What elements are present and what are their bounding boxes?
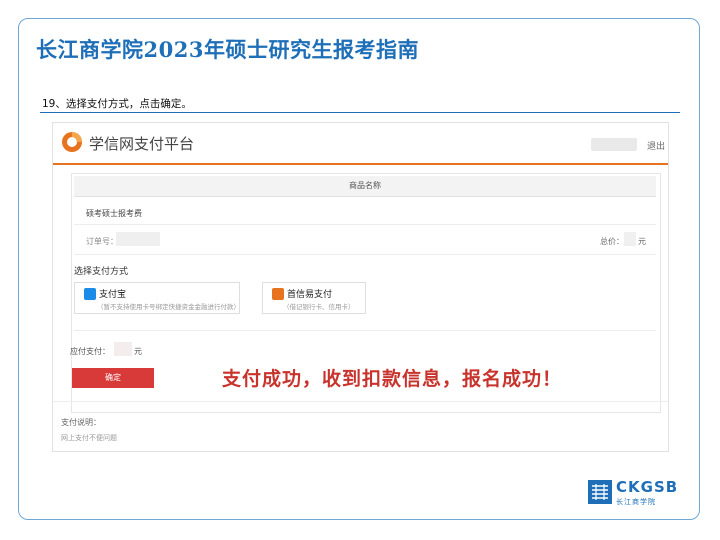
total-redacted (624, 232, 636, 246)
ckgsb-emblem-icon (588, 480, 612, 504)
option-sub: （借记银行卡、信用卡） (283, 303, 355, 311)
username-redacted (591, 138, 637, 151)
table-header: 商品名称 (74, 176, 656, 197)
step-instruction: 19、选择支付方式，点击确定。 (42, 98, 192, 110)
row-divider (74, 254, 656, 255)
brand-subtitle: 长江商学院 (616, 498, 656, 506)
order-number-redacted (116, 232, 160, 246)
order-number-label: 订单号： (86, 237, 118, 246)
total-label: 总价： (600, 237, 624, 246)
slide-title: 长江商学院2023年硕士研究生报考指南 (36, 37, 419, 62)
pay-amount-label: 应付支付： (70, 347, 110, 356)
option-name: 首信易支付 (287, 290, 333, 300)
logout-link[interactable]: 退出 (647, 139, 665, 152)
payment-note-text: 网上支付不便问题 (61, 434, 117, 442)
row-divider (74, 330, 656, 331)
option-name: 支付宝 (99, 290, 127, 300)
alipay-icon (84, 288, 96, 300)
ckgsb-logo: CKGSB 长江商学院 (588, 478, 680, 508)
item-name: 硕考硕士报考费 (86, 209, 142, 218)
payment-screenshot: 学信网支付平台 退出 商品名称 硕考硕士报考费 订单号： 总价： 元 选择支付方… (52, 122, 669, 452)
shouxin-icon (272, 288, 284, 300)
row-divider (74, 224, 656, 225)
alipay-option[interactable]: 支付宝 （暂不支持使用卡号绑定快捷资金金融进行付款） (74, 282, 240, 314)
pay-amount-unit: 元 (134, 347, 142, 356)
step-divider (40, 112, 680, 113)
success-callout: 支付成功，收到扣款信息，报名成功！ (222, 368, 563, 390)
pay-method-heading: 选择支付方式 (74, 267, 129, 277)
total-unit: 元 (638, 237, 646, 246)
pay-amount-redacted (114, 342, 132, 356)
option-sub: （暂不支持使用卡号绑定快捷资金金融进行付款） (97, 303, 240, 311)
payment-note-title: 支付说明： (61, 418, 101, 427)
shouxin-option[interactable]: 首信易支付 （借记银行卡、信用卡） (262, 282, 366, 314)
brand-wordmark: CKGSB (616, 478, 679, 496)
logo-text: 学信网支付平台 (89, 135, 195, 153)
chsi-logo-icon (62, 132, 82, 152)
confirm-button[interactable]: 确定 (72, 368, 154, 388)
footer-divider (53, 401, 668, 402)
payment-header: 学信网支付平台 退出 (53, 123, 668, 165)
